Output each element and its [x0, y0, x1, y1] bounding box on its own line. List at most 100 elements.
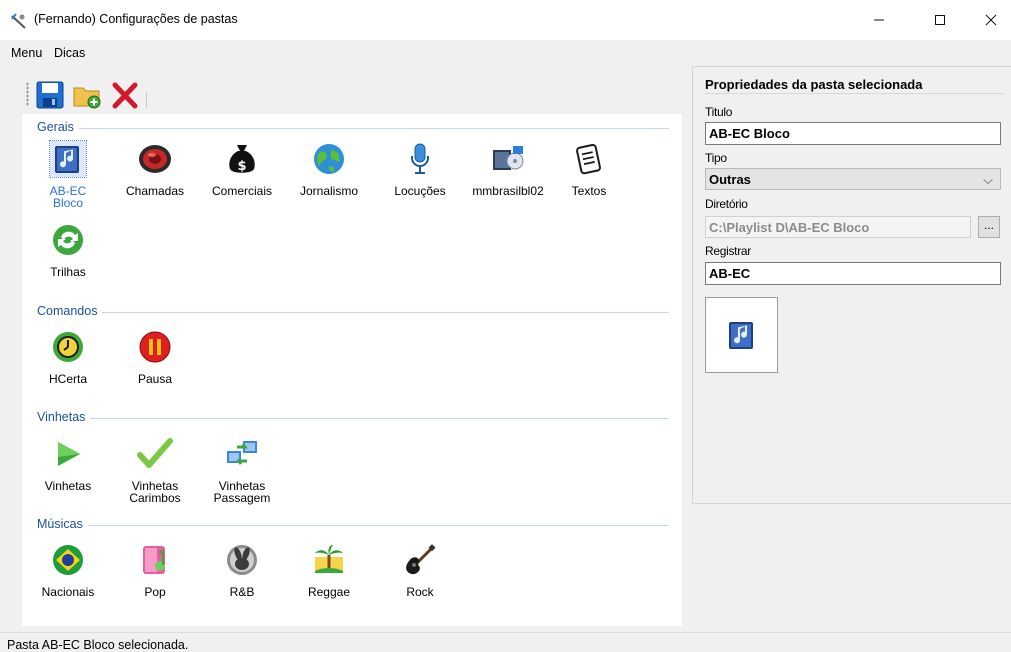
menu-bar: Menu Dicas — [0, 40, 1011, 66]
close-button[interactable] — [968, 0, 1011, 40]
play-icon — [50, 436, 86, 472]
folder-label: Locuções — [394, 184, 446, 198]
toolbar — [22, 78, 162, 110]
group-header-gerais: Gerais — [37, 120, 669, 136]
menu-item-menu[interactable]: Menu — [11, 46, 42, 60]
group-header-comandos: Comandos — [37, 304, 669, 320]
properties-panel: Propriedades da pasta selecionada Titulo… — [692, 66, 1011, 504]
folder-item-ab-ec-bloco[interactable]: AB-EC Bloco — [25, 140, 111, 210]
toolbar-grip[interactable] — [26, 82, 29, 106]
music-file-icon — [49, 140, 87, 178]
money-bag-icon: $ — [224, 141, 260, 177]
window-title: (Fernando) Configurações de pastas — [34, 12, 238, 26]
music-item-pop[interactable]: Pop — [112, 542, 198, 598]
diretorio-label: Diretório — [705, 197, 748, 211]
vinheta-item-vinhetas[interactable]: Vinhetas — [25, 436, 111, 492]
command-label: Pausa — [137, 372, 173, 386]
chevron-down-icon: ⌵ — [983, 172, 993, 187]
folder-label: Textos — [571, 184, 607, 198]
group-title: Comandos — [37, 304, 103, 318]
music-label: R&B — [229, 585, 255, 599]
music-file-icon — [728, 322, 753, 349]
music-label: Pop — [144, 585, 166, 599]
status-text: Pasta AB-EC Bloco selecionada. — [7, 638, 189, 652]
folder-label: AB-EC Bloco — [49, 184, 87, 210]
globe-icon — [311, 141, 347, 177]
group-header-musicas: Músicas — [37, 517, 669, 533]
group-divider — [37, 312, 669, 313]
folder-icon-preview[interactable] — [705, 297, 778, 373]
music-item-rock[interactable]: Rock — [377, 542, 463, 598]
browse-button[interactable]: ... — [978, 216, 1000, 238]
app-icon — [11, 13, 26, 29]
folder-item-mmbrasilbl02[interactable]: mmbrasilbl02 — [463, 141, 553, 197]
vinheta-item-passagem[interactable]: Vinhetas Passagem — [199, 436, 285, 504]
command-label: HCerta — [48, 372, 87, 386]
folder-item-chamadas[interactable]: Chamadas — [112, 141, 198, 197]
minimize-button[interactable] — [856, 0, 902, 40]
tipo-select[interactable]: Outras ⌵ — [705, 168, 1001, 190]
registrar-label: Registrar — [705, 244, 751, 258]
bunny-icon — [224, 542, 260, 578]
music-item-reggae[interactable]: Reggae — [286, 542, 372, 598]
registrar-input[interactable]: AB-EC — [705, 262, 1001, 285]
folder-label: Chamadas — [125, 184, 185, 198]
checkmark-icon — [137, 436, 173, 472]
save-icon — [36, 81, 64, 109]
folder-item-locucoes[interactable]: Locuções — [377, 141, 463, 197]
svg-text:$: $ — [237, 159, 246, 174]
command-item-hcerta[interactable]: HCerta — [25, 329, 111, 385]
titulo-input[interactable]: AB-EC Bloco — [705, 122, 1001, 145]
music-label: Nacionais — [41, 585, 95, 599]
command-item-pausa[interactable]: Pausa — [112, 329, 198, 385]
diretorio-input: C:\Playlist D\AB-EC Bloco — [705, 216, 971, 238]
folder-label: mmbrasilbl02 — [472, 184, 544, 198]
pop-music-icon — [137, 542, 173, 578]
clock-icon — [50, 329, 86, 365]
maximize-icon — [935, 15, 945, 25]
speaker-icon — [137, 141, 173, 177]
folder-item-jornalismo[interactable]: Jornalismo — [286, 141, 372, 197]
menu-item-dicas[interactable]: Dicas — [54, 46, 85, 60]
folder-item-comerciais[interactable]: $ Comerciais — [199, 141, 285, 197]
guitar-icon — [402, 542, 438, 578]
new-folder-button[interactable] — [72, 80, 102, 110]
delete-button[interactable] — [110, 80, 140, 110]
title-bar: (Fernando) Configurações de pastas — [0, 0, 1011, 40]
group-title: Gerais — [37, 120, 79, 134]
folder-item-textos[interactable]: Textos — [546, 141, 632, 197]
group-header-vinhetas: Vinhetas — [37, 410, 669, 426]
music-label: Reggae — [307, 585, 351, 599]
properties-divider — [705, 93, 1004, 94]
maximize-button[interactable] — [917, 0, 963, 40]
vinheta-label: Vinhetas Carimbos — [129, 479, 181, 505]
close-icon — [985, 14, 997, 26]
folders-panel: Gerais AB-EC Bloco Chamadas $ Comerciais… — [22, 114, 682, 626]
tipo-label: Tipo — [705, 151, 727, 165]
refresh-icon — [50, 222, 86, 258]
music-item-nacionais[interactable]: Nacionais — [25, 542, 111, 598]
status-bar: Pasta AB-EC Bloco selecionada. — [0, 632, 1011, 652]
folder-item-trilhas[interactable]: Trilhas — [25, 222, 111, 278]
folder-label: Comerciais — [211, 184, 272, 198]
vinheta-item-carimbos[interactable]: Vinhetas Carimbos — [112, 436, 198, 504]
minimize-icon — [874, 19, 884, 21]
music-label: Rock — [406, 585, 434, 599]
palm-tree-icon — [311, 542, 347, 578]
vinheta-label: Vinhetas — [44, 479, 92, 493]
toolbar-separator — [146, 92, 147, 108]
text-document-icon — [571, 141, 607, 177]
brazil-flag-icon — [50, 542, 86, 578]
folder-label: Jornalismo — [299, 184, 359, 198]
group-title: Músicas — [37, 517, 88, 531]
music-item-rnb[interactable]: R&B — [199, 542, 285, 598]
pause-icon — [137, 329, 173, 365]
folder-label: Trilhas — [50, 265, 86, 279]
titulo-label: Titulo — [705, 105, 733, 119]
delete-icon — [112, 82, 138, 109]
vinheta-label: Vinhetas Passagem — [213, 479, 271, 505]
save-button[interactable] — [35, 80, 65, 110]
group-divider — [37, 128, 669, 129]
media-folder-icon — [490, 141, 526, 177]
transfer-icon — [224, 436, 260, 472]
